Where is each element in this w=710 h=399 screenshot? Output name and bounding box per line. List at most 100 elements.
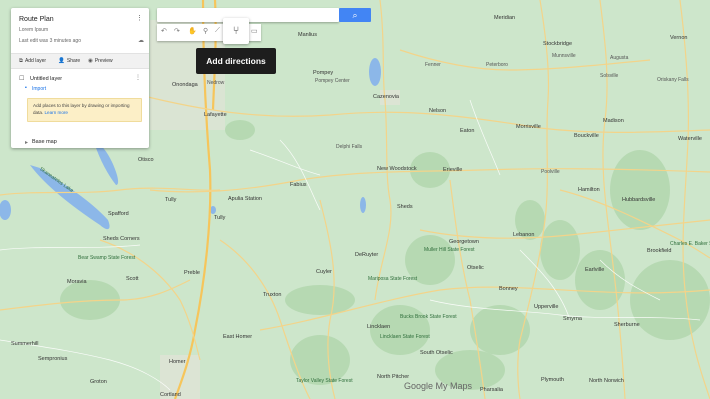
add-layer-button[interactable]: ⧉ Add layer [19, 58, 46, 65]
panel-toolbar: ⧉ Add layer 👤 Share ◉ Preview [11, 53, 149, 69]
place-label: Cuyler [316, 269, 332, 275]
place-label: Upperville [534, 304, 559, 310]
forest-label: Bucks Brook State Forest [400, 314, 457, 320]
place-label: Sheds Corners [103, 236, 140, 242]
place-label: Apulia Station [228, 196, 262, 202]
layer-options-icon[interactable]: ⋮ [135, 74, 141, 81]
place-label: Morrisville [516, 124, 541, 130]
learn-more-link[interactable]: Learn more [45, 110, 69, 115]
place-label: New Woodstock [377, 166, 417, 172]
place-label: Madison [603, 118, 624, 124]
place-label: Smyrna [563, 316, 582, 322]
share-label: Share [66, 58, 81, 64]
place-label: Scott [126, 276, 139, 282]
place-label: Nedrow [207, 80, 225, 86]
place-label: Peterboro [486, 62, 508, 68]
place-label: Plymouth [541, 377, 564, 383]
forest-label: Mariposa State Forest [368, 276, 418, 282]
place-label: DeRuyter [355, 252, 379, 258]
map-title[interactable]: Route Plan [19, 16, 54, 23]
place-label: Pharsalia [480, 387, 503, 393]
layer-checkbox-icon[interactable]: ☐ [19, 75, 24, 82]
place-label: Vernon [670, 35, 688, 41]
place-label: Sheds [397, 204, 413, 210]
add-layer-label: Add layer [24, 58, 47, 64]
forest-label: Muller Hill State Forest [424, 247, 475, 253]
forest-label: Lincklaen State Forest [380, 334, 430, 340]
place-label: Tully [214, 215, 226, 221]
place-label: Spafford [108, 211, 129, 217]
place-label: South Otselic [420, 350, 453, 356]
place-label: Fenner [425, 62, 441, 68]
import-icon: ▪ [25, 85, 27, 91]
forest-label: Taylor Valley State Forest [296, 378, 353, 384]
map-description[interactable]: Lorem Ipsum [19, 27, 48, 33]
add-marker-icon[interactable]: ⚲ [203, 27, 208, 35]
more-options-icon[interactable]: ⋮ [136, 14, 143, 22]
undo-icon[interactable]: ↶ [161, 27, 167, 35]
place-label: Homer [169, 359, 186, 365]
import-link[interactable]: Import [32, 86, 46, 92]
place-label: Poolville [541, 169, 560, 175]
place-label: Augusta [610, 55, 629, 61]
place-label: Otisco [138, 157, 154, 163]
place-label: Hubbardsville [622, 197, 656, 203]
draw-line-icon[interactable]: ⟋ [215, 27, 220, 35]
place-label: Sherburne [614, 322, 640, 328]
place-label: Cortland [160, 392, 181, 398]
place-label: Truxton [263, 292, 282, 298]
place-label: Lincklaen [367, 324, 391, 330]
place-label: Cazenovia [373, 94, 399, 100]
share-icon: 👤 [58, 58, 65, 64]
place-label: Bonney [499, 286, 518, 292]
place-label: Nelson [429, 108, 447, 114]
place-label: Erieville [443, 167, 463, 173]
google-my-maps-watermark: Google My Maps [404, 381, 473, 391]
place-label: Tully [165, 197, 177, 203]
add-directions-tooltip: Add directions [196, 48, 276, 74]
place-label: Solsville [600, 73, 619, 79]
place-label: Lebanon [513, 232, 535, 238]
place-label: North Norwich [589, 378, 624, 384]
place-label: Moravia [67, 279, 87, 285]
place-label: Meridian [494, 15, 516, 21]
base-map-label[interactable]: Base map [32, 139, 57, 145]
place-label: Pompey [313, 70, 334, 76]
place-label: Oriskany Falls [657, 77, 689, 83]
last-edit-status: Last edit was 3 minutes ago [19, 38, 81, 44]
place-label: Summerhill [11, 341, 39, 347]
map-tools: ↶ ↷ ✋ ⚲ ⟋ ⑂ ▭ [157, 18, 261, 44]
place-label: Waterville [678, 136, 702, 142]
place-label: Fabius [290, 182, 307, 188]
place-label: North Pitcher [377, 374, 410, 380]
place-label: Manlius [298, 32, 317, 38]
measure-icon[interactable]: ▭ [251, 27, 258, 35]
place-label: Georgetown [449, 239, 479, 245]
forest-label: Charles E. Baker State Forest [670, 241, 710, 247]
layer-name[interactable]: Untitled layer [30, 76, 62, 82]
place-label: Earlville [585, 267, 605, 273]
cloud-saved-icon: ☁ [138, 38, 144, 44]
redo-icon[interactable]: ↷ [174, 27, 180, 35]
place-label: East Homer [223, 334, 253, 340]
preview-button[interactable]: ◉ Preview [88, 58, 113, 64]
place-label: Stockbridge [543, 41, 573, 47]
preview-icon: ◉ [88, 58, 93, 64]
search-icon: ⌕ [352, 10, 358, 20]
share-button[interactable]: 👤 Share [58, 58, 80, 64]
forest-label: Bear Swamp State Forest [78, 255, 136, 261]
place-label: Eaton [460, 128, 475, 134]
add-layer-icon: ⧉ [19, 58, 23, 64]
search-button[interactable]: ⌕ [339, 8, 371, 22]
pan-hand-icon[interactable]: ✋ [188, 27, 197, 35]
place-label: Brookfield [647, 248, 672, 254]
layer-hint: Add places to this layer by drawing or i… [27, 98, 142, 122]
place-label: Sempronius [38, 356, 68, 362]
place-label: Preble [184, 270, 200, 276]
place-label: Onondaga [172, 82, 198, 88]
base-map-expand-icon[interactable]: ▸ [25, 139, 28, 146]
add-directions-icon[interactable]: ⑂ [223, 18, 249, 44]
place-label: Pompey Center [315, 78, 350, 84]
place-label: Lafayette [204, 112, 227, 118]
place-label: Delphi Falls [336, 144, 363, 150]
